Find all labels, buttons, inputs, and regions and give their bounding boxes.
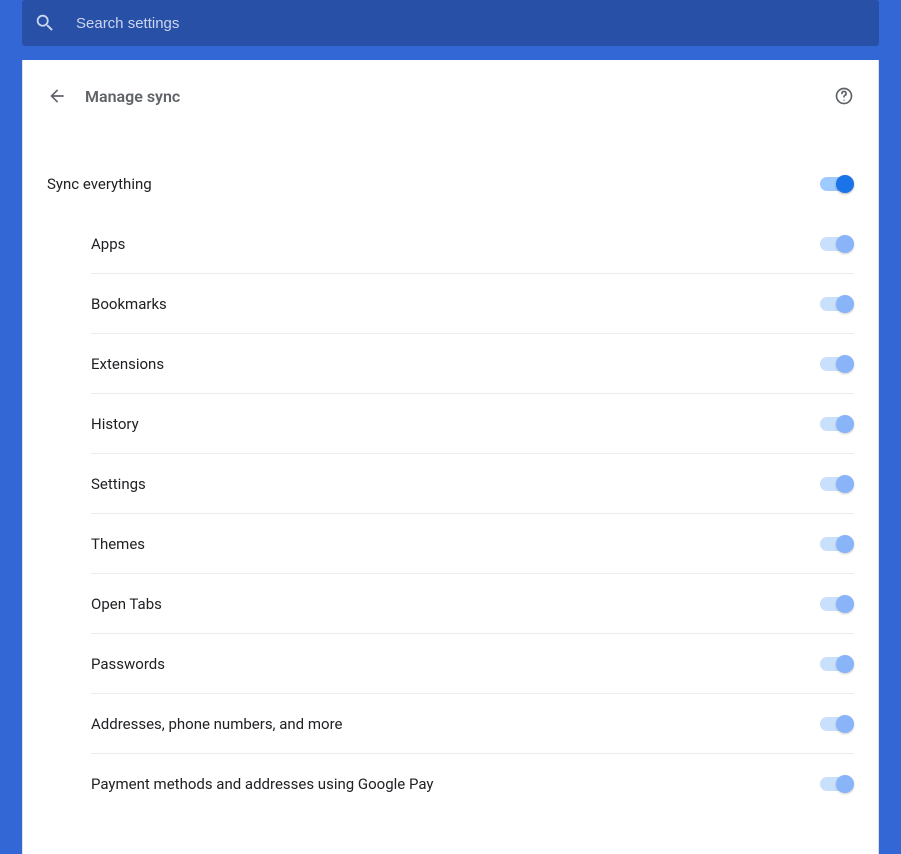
sync-item-toggle-passwords[interactable] (820, 657, 854, 671)
back-button[interactable] (47, 86, 67, 106)
sync-item-row: Bookmarks (91, 274, 854, 334)
sync-item-label: Themes (91, 535, 145, 553)
sync-item-row: History (91, 394, 854, 454)
sync-item-toggle-extensions[interactable] (820, 357, 854, 371)
sync-everything-toggle[interactable] (820, 177, 854, 191)
page-title: Manage sync (85, 87, 834, 106)
help-icon[interactable] (834, 86, 854, 106)
sync-item-row: Extensions (91, 334, 854, 394)
sync-everything-label: Sync everything (47, 175, 152, 193)
search-icon (34, 12, 56, 34)
sync-item-toggle-apps[interactable] (820, 237, 854, 251)
sync-item-toggle-payments[interactable] (820, 777, 854, 791)
sync-everything-row: Sync everything (47, 154, 854, 214)
sync-item-label: Bookmarks (91, 295, 167, 313)
sync-item-toggle-settings[interactable] (820, 477, 854, 491)
sync-item-row: Apps (91, 214, 854, 274)
sync-item-row: Addresses, phone numbers, and more (91, 694, 854, 754)
page-header: Manage sync (47, 86, 854, 106)
sync-item-toggle-addresses[interactable] (820, 717, 854, 731)
sync-item-toggle-bookmarks[interactable] (820, 297, 854, 311)
sync-item-row: Themes (91, 514, 854, 574)
sync-item-row: Open Tabs (91, 574, 854, 634)
sync-item-row: Passwords (91, 634, 854, 694)
sync-item-row: Payment methods and addresses using Goog… (91, 754, 854, 814)
sync-item-label: Extensions (91, 355, 164, 373)
sync-item-row: Settings (91, 454, 854, 514)
sync-item-label: Payment methods and addresses using Goog… (91, 775, 434, 793)
sync-item-label: Open Tabs (91, 595, 162, 613)
sync-item-label: Addresses, phone numbers, and more (91, 715, 342, 733)
content-card: Manage sync Sync everything Apps Bookmar… (22, 60, 879, 854)
search-bar[interactable] (22, 0, 879, 46)
sync-item-toggle-history[interactable] (820, 417, 854, 431)
sync-item-label: History (91, 415, 139, 433)
sync-item-label: Settings (91, 475, 146, 493)
search-input[interactable] (56, 15, 867, 32)
sync-item-toggle-themes[interactable] (820, 537, 854, 551)
sync-item-label: Apps (91, 235, 125, 253)
sync-item-toggle-open-tabs[interactable] (820, 597, 854, 611)
sync-item-label: Passwords (91, 655, 165, 673)
sync-items-list: Apps Bookmarks Extensions History Settin… (47, 214, 854, 814)
